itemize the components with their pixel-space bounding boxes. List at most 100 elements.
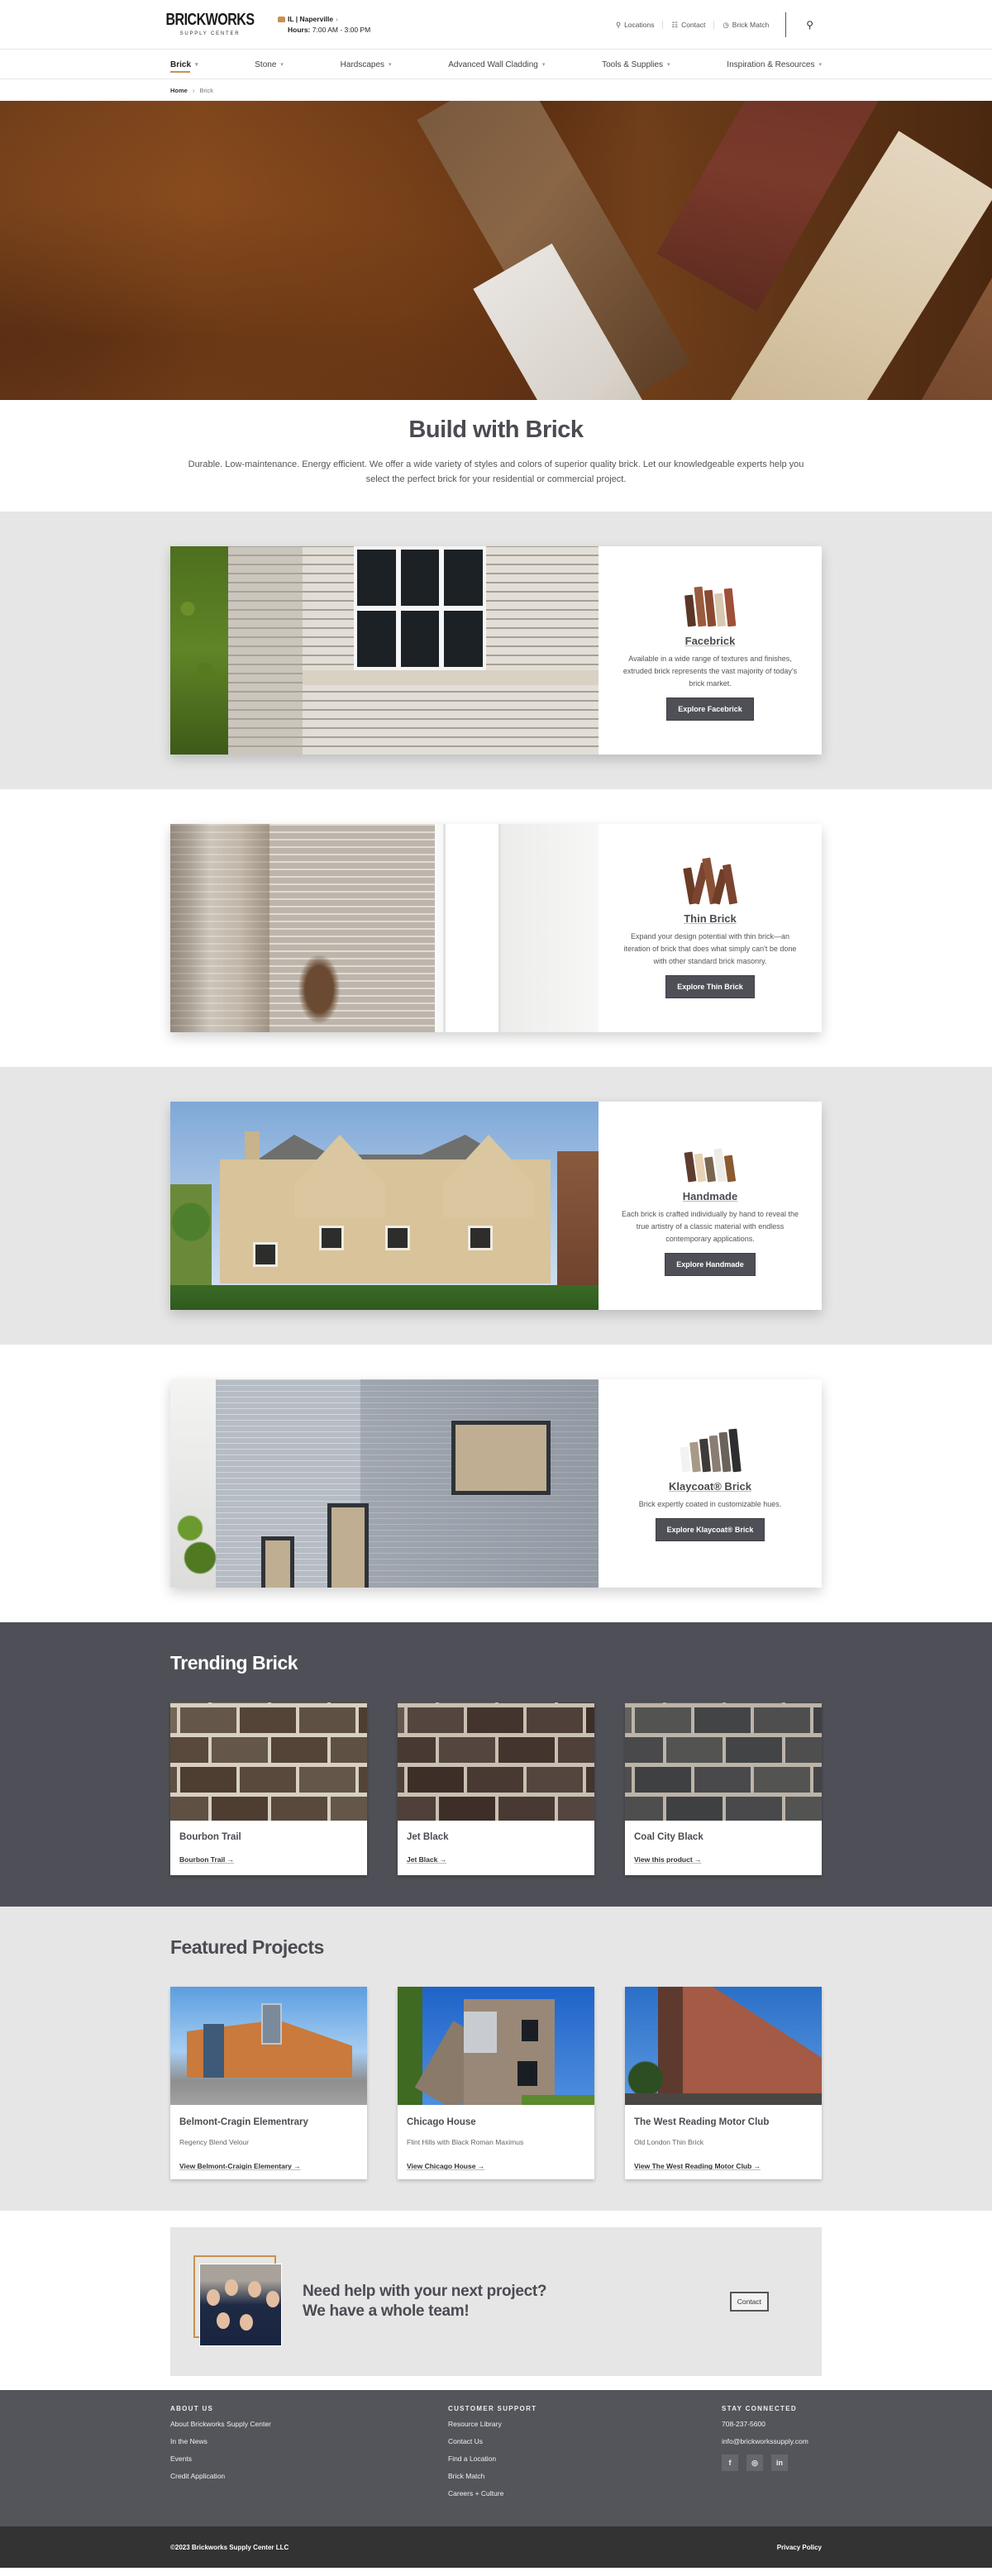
chevron-down-icon: ▾ [667, 62, 670, 68]
project-card[interactable]: Belmont-Cragin Elementrary Regency Blend… [170, 1987, 367, 2179]
footer-link[interactable]: Resource Library [448, 2420, 722, 2428]
brick [586, 1767, 594, 1793]
contact-button[interactable]: Contact [729, 2292, 769, 2312]
footer-link[interactable]: In the News [170, 2437, 448, 2445]
brick [467, 1707, 523, 1733]
face [217, 2312, 230, 2329]
nav-label: Advanced Wall Cladding [448, 60, 538, 69]
explore-klaycoat-button[interactable]: Explore Klaycoat® Brick [655, 1518, 765, 1541]
street [625, 2093, 822, 2105]
brick-match-label: Brick Match [732, 21, 770, 29]
category-description: Brick expertly coated in customizable hu… [638, 1500, 782, 1508]
facebook-icon[interactable]: f [722, 2455, 738, 2471]
footer-link[interactable]: Contact Us [448, 2437, 722, 2445]
project-card[interactable]: The West Reading Motor Club Old London T… [625, 1987, 822, 2179]
project-card[interactable]: Chicago House Flint Hills with Black Rom… [398, 1987, 594, 2179]
product-link[interactable]: Jet Black → [407, 1855, 446, 1864]
brick-match-icon: ◷ [723, 20, 729, 29]
trending-card[interactable]: Bourbon Trail Bourbon Trail → [170, 1702, 367, 1875]
brick [754, 1767, 810, 1793]
brick [625, 1737, 663, 1763]
search-icon: ⚲ [806, 19, 813, 31]
category-title[interactable]: Handmade [683, 1190, 737, 1202]
product-name: Bourbon Trail [179, 1832, 241, 1842]
contact-link[interactable]: ☷ Contact [663, 21, 713, 30]
footer-link[interactable]: About Brickworks Supply Center [170, 2420, 448, 2428]
explore-facebrick-button[interactable]: Explore Facebrick [666, 698, 754, 721]
breadcrumb-home[interactable]: Home [170, 87, 188, 94]
category-card: Thin Brick Expand your design potential … [170, 824, 822, 1032]
privacy-policy-link[interactable]: Privacy Policy [777, 2544, 822, 2551]
category-image[interactable] [170, 1102, 599, 1310]
breadcrumb: Home › Brick [0, 79, 992, 101]
project-link[interactable]: View Chicago House → [407, 2162, 484, 2170]
brick-pattern [398, 1702, 594, 1821]
brick [498, 1737, 555, 1763]
nav-item-hardscapes[interactable]: Hardscapes ▾ [341, 50, 392, 79]
swatch-brick [703, 1156, 717, 1183]
nav-item-tools-supplies[interactable]: Tools & Supplies ▾ [602, 50, 670, 79]
nav-label: Brick [170, 60, 192, 69]
footer-link[interactable]: Brick Match [448, 2472, 722, 2480]
search-button[interactable]: ⚲ [798, 19, 822, 31]
locations-link[interactable]: ⚲ Locations [608, 21, 663, 30]
brick [726, 1737, 782, 1763]
linkedin-icon[interactable]: in [771, 2455, 788, 2471]
logo-tagline: SUPPLY CENTER [179, 31, 241, 36]
footer-link[interactable]: Find a Location [448, 2455, 722, 2463]
email-link[interactable]: info@brickworkssupply.com [722, 2437, 808, 2445]
brick-swatch-icon [680, 1426, 742, 1473]
trending-card[interactable]: Coal City Black View this product → [625, 1702, 822, 1875]
projects-grid: Belmont-Cragin Elementrary Regency Blend… [170, 1987, 822, 2179]
brick [439, 1797, 495, 1821]
nav-item-inspiration-resources[interactable]: Inspiration & Resources ▾ [727, 50, 822, 79]
nav-item-stone[interactable]: Stone ▾ [255, 50, 284, 79]
nav-item-brick[interactable]: Brick ▾ [170, 50, 198, 79]
category-image[interactable] [170, 824, 599, 1032]
brick [271, 1797, 327, 1821]
explore-thin-brick-button[interactable]: Explore Thin Brick [665, 975, 755, 998]
main-nav: Brick ▾ Stone ▾ Hardscapes ▾ Advanced Wa… [0, 50, 992, 79]
store-selector[interactable]: IL | Naperville › [278, 14, 370, 25]
brick [625, 1702, 663, 1703]
brick [398, 1702, 436, 1703]
project-link[interactable]: View Belmont-Craigin Elementary → [179, 2162, 301, 2170]
brick [359, 1767, 367, 1793]
site-footer: ABOUT US About Brickworks Supply Center … [0, 2390, 992, 2568]
brick [212, 1737, 268, 1763]
window [517, 2061, 537, 2086]
map-pin-icon: ⚲ [615, 20, 622, 29]
footer-link[interactable]: Careers + Culture [448, 2489, 722, 2497]
nav-item-advanced-wall-cladding[interactable]: Advanced Wall Cladding ▾ [448, 50, 545, 79]
trending-card[interactable]: Jet Black Jet Black → [398, 1702, 594, 1875]
category-title[interactable]: Facebrick [685, 635, 736, 647]
project-name: Chicago House [407, 2117, 476, 2127]
decor [294, 948, 344, 1031]
brick-texture-image [170, 1702, 367, 1821]
category-title[interactable]: Thin Brick [684, 912, 737, 925]
brick-match-link[interactable]: ◷ Brick Match [714, 21, 777, 30]
product-link[interactable]: Bourbon Trail → [179, 1855, 234, 1864]
category-title[interactable]: Klaycoat® Brick [669, 1480, 751, 1493]
footer-link[interactable]: Events [170, 2455, 448, 2463]
phone-link[interactable]: 708-237-5600 [722, 2420, 808, 2428]
brick-pattern [625, 1702, 822, 1821]
brick [694, 1707, 751, 1733]
project-link[interactable]: View The West Reading Motor Club → [634, 2162, 761, 2170]
nav-label: Stone [255, 60, 277, 69]
store-location: IL | Naperville [288, 15, 334, 23]
explore-handmade-button[interactable]: Explore Handmade [665, 1253, 756, 1276]
brick [331, 1702, 367, 1703]
swatch-brick [689, 1441, 701, 1473]
project-material: Old London Thin Brick [634, 2138, 703, 2146]
category-body: Handmade Each brick is crafted individua… [599, 1102, 822, 1310]
instagram-icon[interactable]: ◎ [746, 2455, 763, 2471]
brickworks-logo[interactable]: BRICKWORKS SUPPLY CENTER [166, 12, 255, 36]
cta-line-1: Need help with your next project? [303, 2283, 547, 2300]
brick [666, 1737, 723, 1763]
footer-link[interactable]: Credit Application [170, 2472, 448, 2480]
product-link[interactable]: View this product → [634, 1855, 702, 1864]
category-image[interactable] [170, 1379, 599, 1588]
category-image[interactable] [170, 546, 599, 755]
chevron-down-icon: ▾ [280, 62, 284, 68]
